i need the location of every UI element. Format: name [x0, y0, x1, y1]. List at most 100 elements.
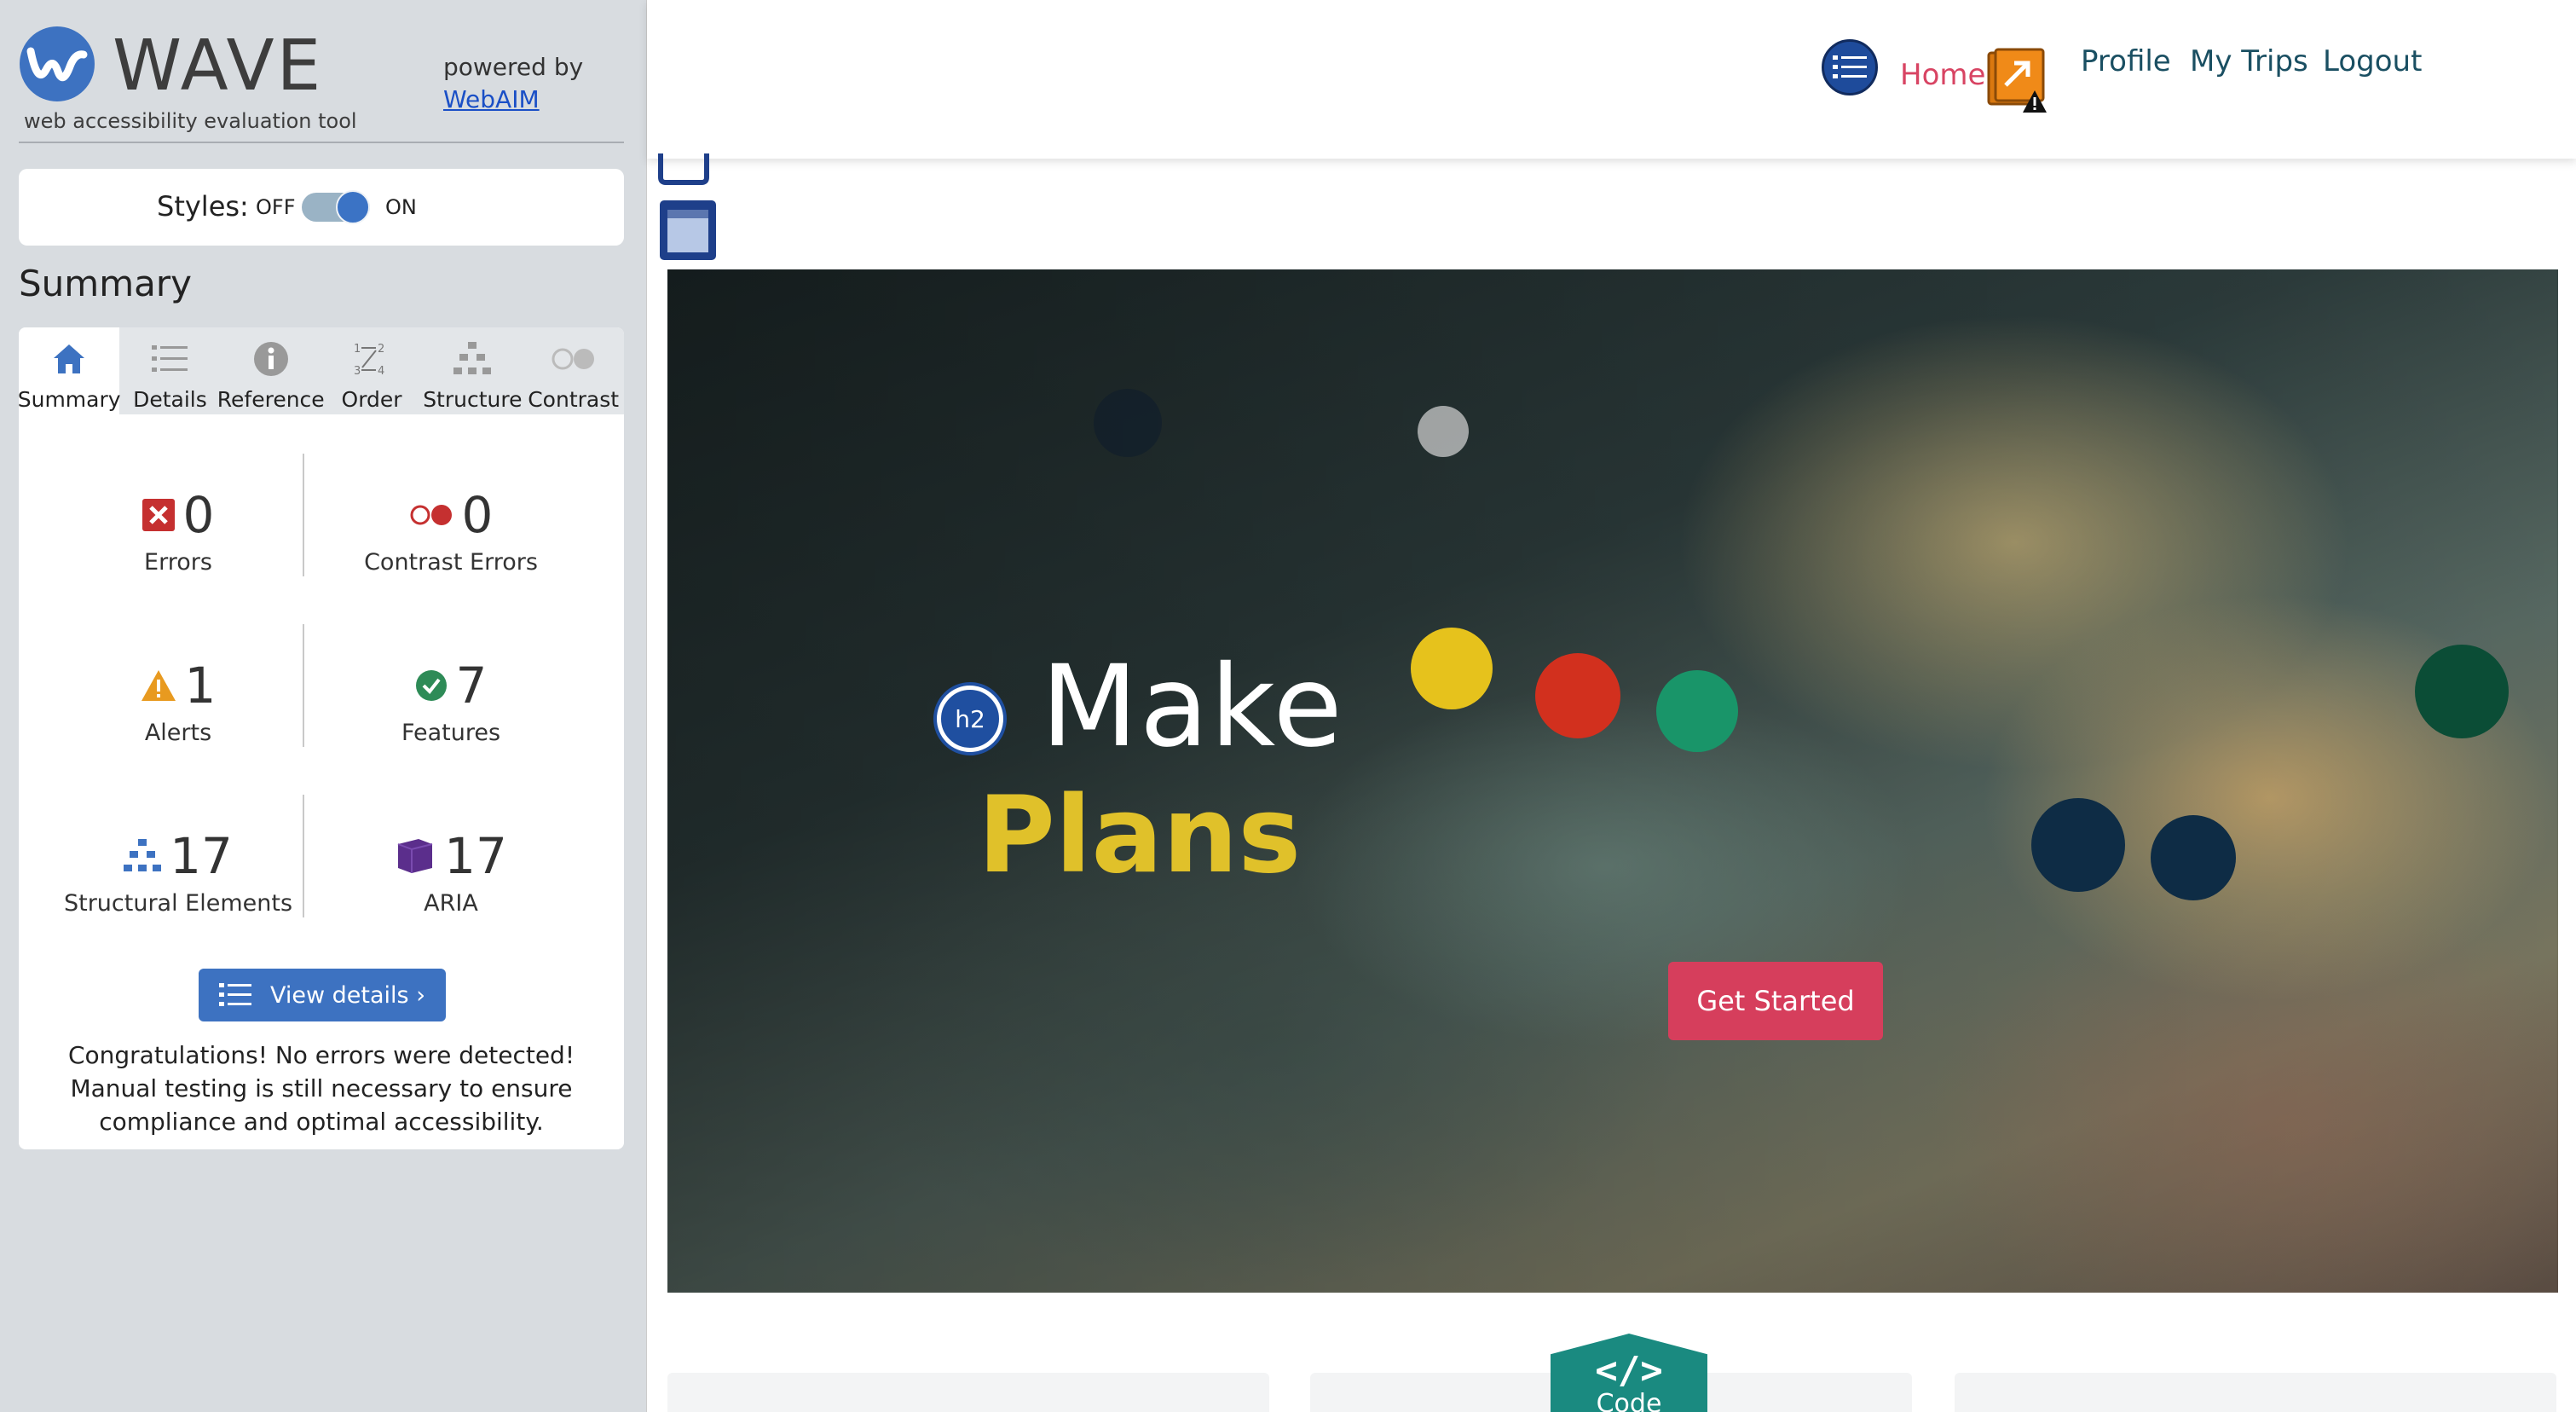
- powered-by-label: powered by: [443, 53, 584, 81]
- nav-my-trips-link[interactable]: My Trips: [2190, 44, 2308, 78]
- structure-icon: [453, 342, 492, 374]
- styles-on-label: ON: [385, 195, 417, 219]
- nav-home-link[interactable]: Home: [1900, 58, 1985, 92]
- site-navbar: Home Profile My Trips Logout: [647, 0, 2576, 159]
- structural-label: Structural Elements: [63, 890, 293, 917]
- feature-card: [1955, 1373, 2556, 1412]
- styles-label: Styles:: [157, 190, 249, 223]
- get-started-button[interactable]: Get Started: [1668, 962, 1883, 1040]
- toggle-knob: [336, 190, 370, 224]
- aria-cube-icon: [397, 839, 433, 873]
- map-pin: [2415, 645, 2509, 738]
- tab-label: Summary: [19, 387, 121, 412]
- hero-overlay: [667, 269, 2558, 1293]
- stat-divider: [303, 624, 304, 747]
- order-icon: 1 2 3 4: [354, 343, 384, 378]
- tab-order[interactable]: 1 2 3 4 Order: [321, 327, 422, 414]
- styles-toggle[interactable]: [302, 190, 370, 224]
- stat-errors[interactable]: 0 Errors: [50, 488, 306, 576]
- stat-divider: [303, 795, 304, 917]
- error-icon: [142, 499, 175, 531]
- map-pin: [1418, 406, 1469, 457]
- stat-structural-elements[interactable]: 17 Structural Elements: [50, 829, 306, 917]
- nav-logout-link[interactable]: Logout: [2323, 44, 2422, 78]
- code-label: Code: [1596, 1389, 1662, 1412]
- tab-contrast[interactable]: Contrast: [523, 327, 623, 414]
- code-view-button[interactable]: </> Code: [1551, 1334, 1707, 1412]
- view-details-button[interactable]: View details ›: [199, 969, 446, 1021]
- wave-list-marker-icon[interactable]: [1822, 39, 1878, 95]
- structure-marker-icon[interactable]: [657, 198, 719, 263]
- contrast-icon: [552, 348, 594, 370]
- redundant-link-alert-icon[interactable]: [1987, 48, 2048, 116]
- styles-toggle-box: Styles: OFF ON: [19, 169, 624, 246]
- features-count: 7: [455, 657, 488, 715]
- info-icon: [253, 342, 288, 376]
- contrast-error-icon: [410, 505, 452, 525]
- feature-check-icon: [415, 670, 447, 701]
- svg-text:4: 4: [378, 365, 384, 378]
- nav-profile-link[interactable]: Profile: [2081, 44, 2171, 78]
- list-icon: [152, 345, 188, 372]
- tab-label: Order: [341, 387, 402, 412]
- code-glyph-icon: </>: [1595, 1349, 1663, 1392]
- svg-text:1: 1: [354, 343, 361, 356]
- tab-reference[interactable]: Reference: [217, 327, 325, 414]
- errors-label: Errors: [144, 549, 212, 576]
- alerts-count: 1: [184, 657, 217, 715]
- hero-heading-make: Make: [1041, 641, 1344, 773]
- summary-heading: Summary: [19, 263, 192, 304]
- evaluated-page: Home Profile My Trips Logout Get Started…: [646, 0, 2576, 1412]
- contrast-errors-label: Contrast Errors: [364, 549, 538, 576]
- tab-label: Reference: [217, 387, 325, 412]
- errors-count: 0: [182, 486, 215, 544]
- list-icon: [219, 983, 251, 1006]
- powered-by: powered by WebAIM: [443, 51, 583, 116]
- map-pin: [1656, 670, 1738, 752]
- view-details-label: View details ›: [270, 981, 425, 1009]
- tab-label: Structure: [423, 387, 523, 412]
- aria-label: ARIA: [424, 890, 478, 917]
- contrast-errors-count: 0: [461, 486, 494, 544]
- svg-text:2: 2: [378, 343, 384, 356]
- tab-details[interactable]: Details: [119, 327, 220, 414]
- congrats-message: Congratulations! No errors were detected…: [67, 1041, 575, 1136]
- stat-divider: [303, 454, 304, 576]
- tab-label: Contrast: [528, 387, 620, 412]
- feature-card: [667, 1373, 1269, 1412]
- wave-sidebar: WAVE web accessibility evaluation tool p…: [0, 0, 646, 1412]
- wave-subtitle: web accessibility evaluation tool: [24, 109, 357, 133]
- map-pin: [1094, 389, 1162, 457]
- map-pin: [2031, 798, 2125, 892]
- tab-label: Details: [133, 387, 207, 412]
- structure-marker-icon[interactable]: [657, 153, 710, 186]
- map-pin: [1411, 628, 1493, 709]
- structure-icon: [124, 839, 162, 871]
- home-icon: [54, 344, 85, 373]
- sidebar-divider: [19, 142, 624, 143]
- wave-logo-icon: [20, 26, 95, 101]
- alerts-label: Alerts: [144, 720, 212, 746]
- map-pin: [1535, 653, 1620, 738]
- hero-banner: Get Started: [667, 269, 2558, 1293]
- screen: WAVE web accessibility evaluation tool p…: [0, 0, 2576, 1412]
- wave-tabs: Summary Details Reference 1 2 3 4 Order Str…: [19, 327, 624, 414]
- stat-features[interactable]: 7 Features: [323, 658, 579, 746]
- webaim-link[interactable]: WebAIM: [443, 84, 583, 116]
- wave-title: WAVE: [113, 26, 324, 107]
- structural-count: 17: [170, 827, 233, 885]
- h2-heading-marker-icon[interactable]: h2: [937, 686, 1003, 752]
- tab-structure[interactable]: Structure: [422, 327, 523, 414]
- stat-alerts[interactable]: 1 Alerts: [50, 658, 306, 746]
- features-label: Features: [401, 720, 501, 746]
- summary-panel: Summary Details Reference 1 2 3 4 Order Str…: [19, 327, 624, 1149]
- stat-contrast-errors[interactable]: 0 Contrast Errors: [323, 488, 579, 576]
- styles-off-label: OFF: [256, 195, 296, 219]
- svg-text:3: 3: [354, 365, 361, 378]
- aria-count: 17: [444, 827, 507, 885]
- alert-icon: [141, 670, 176, 701]
- hero-heading-plans: Plans: [978, 774, 1302, 897]
- stat-aria[interactable]: 17 ARIA: [323, 829, 579, 917]
- map-pin: [2151, 815, 2236, 900]
- tab-summary[interactable]: Summary: [19, 327, 121, 414]
